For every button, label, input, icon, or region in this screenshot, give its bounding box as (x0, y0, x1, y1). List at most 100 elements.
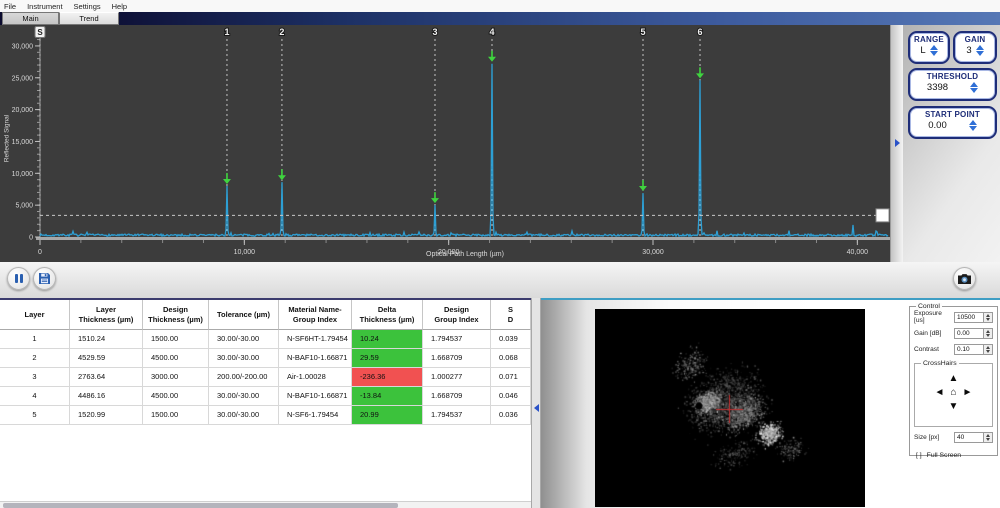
cell-delta: 20.99 (352, 406, 423, 425)
signal-trace (40, 64, 888, 236)
menu-item-settings[interactable]: Settings (74, 2, 101, 11)
tab-main[interactable]: Main (2, 12, 59, 25)
cell-delta: -236.36 (352, 368, 423, 387)
pause-icon (15, 274, 23, 283)
cell-extra: 0.046 (491, 387, 531, 406)
cell-layer: 3 (0, 368, 70, 387)
field-label: Contrast (914, 346, 954, 353)
down-arrow-icon[interactable]: ▼ (947, 400, 961, 414)
chart-panel-splitter[interactable] (890, 25, 903, 262)
threshold-down-icon[interactable] (970, 88, 978, 93)
cell-extra: 0.071 (491, 368, 531, 387)
table-row[interactable]: 44486.164500.0030.00/-30.00N-BAF10-1.668… (0, 387, 531, 406)
crosshairs-group-label: CrossHairs (921, 360, 959, 367)
threshold-control: THRESHOLD 3398 (908, 68, 997, 101)
field-input[interactable]: 10500 (954, 312, 984, 323)
cell-delta: 29.59 (352, 349, 423, 368)
table-horizontal-scrollbar[interactable] (0, 501, 531, 508)
gain-value[interactable]: 3 (966, 45, 971, 56)
crosshairs-group: CrossHairs ▲◄⌂►▼ (914, 363, 993, 427)
field-input[interactable]: 0.10 (954, 344, 984, 355)
toolbar-row (0, 262, 1000, 298)
range-down-icon[interactable] (930, 51, 938, 56)
svg-text:0: 0 (29, 235, 33, 242)
cell-design_group_index: 1.668709 (423, 349, 491, 368)
cell-layer: 4 (0, 387, 70, 406)
range-up-icon[interactable] (930, 45, 938, 50)
threshold-label: THRESHOLD (910, 72, 995, 81)
column-header: DesignGroup Index (423, 300, 491, 330)
chart-canvas: 05,00010,00015,00020,00025,00030,000010,… (0, 25, 890, 262)
gain-up-icon[interactable] (976, 45, 984, 50)
camera-icon (957, 273, 972, 285)
field-stepper[interactable] (984, 328, 993, 339)
start-point-up-icon[interactable] (969, 120, 977, 125)
threshold-up-icon[interactable] (970, 82, 978, 87)
range-value[interactable]: L (920, 45, 925, 56)
right-arrow-icon[interactable]: ► (961, 386, 975, 400)
size-input[interactable]: 40 (954, 432, 984, 443)
cell-layer: 5 (0, 406, 70, 425)
start-point-down-icon[interactable] (969, 126, 977, 131)
menu-item-file[interactable]: File (4, 2, 16, 11)
control-field-row: Contrast0.10 (914, 343, 993, 355)
cell-extra: 0.036 (491, 406, 531, 425)
collapse-left-icon[interactable] (534, 404, 539, 412)
threshold-value[interactable]: 3398 (927, 82, 948, 93)
column-header: DesignThickness (µm) (143, 300, 209, 330)
peak-arrow-icon (278, 175, 286, 180)
threshold-drag-handle[interactable] (876, 209, 889, 222)
tab-trend[interactable]: Trend (59, 12, 119, 25)
size-field-row: Size [px] 40 (914, 431, 993, 443)
cell-delta: -13.84 (352, 387, 423, 406)
table-row[interactable]: 51520.991500.0030.00/-30.00N-SF6-1.79454… (0, 406, 531, 425)
menu-bar: File Instrument Settings Help (0, 0, 1000, 12)
table-row[interactable]: 32763.643000.00200.00/-200.00Air-1.00028… (0, 368, 531, 387)
left-arrow-icon[interactable]: ◄ (933, 386, 947, 400)
home-icon[interactable]: ⌂ (947, 386, 961, 400)
cell-design_group_index: 1.794537 (423, 406, 491, 425)
cell-layer: 2 (0, 349, 70, 368)
cell-layer: 1 (0, 330, 70, 349)
cell-tolerance: 30.00/-30.00 (209, 406, 279, 425)
camera-feed-canvas (595, 309, 865, 507)
field-stepper[interactable] (984, 344, 993, 355)
reflected-signal-chart[interactable]: 05,00010,00015,00020,00025,00030,000010,… (0, 25, 890, 262)
up-arrow-icon[interactable]: ▲ (947, 372, 961, 386)
table-camera-splitter[interactable] (531, 298, 541, 508)
field-input[interactable]: 0.00 (954, 328, 984, 339)
cell-extra: 0.039 (491, 330, 531, 349)
peak-arrow-icon (488, 57, 496, 62)
camera-snapshot-button[interactable] (953, 267, 976, 290)
menu-item-instrument[interactable]: Instrument (27, 2, 62, 11)
peak-marker-label: 5 (640, 27, 645, 37)
full-screen-checkbox[interactable]: [ ] (916, 452, 922, 459)
camera-feed-view (595, 309, 865, 507)
app-window: File Instrument Settings Help Main Trend 0 5… (0, 0, 1000, 508)
svg-text:25,000: 25,000 (12, 75, 34, 82)
pause-button[interactable] (7, 267, 30, 290)
field-label: Gain [dB] (914, 330, 954, 337)
table-row[interactable]: 11510.241500.0030.00/-30.00N-SF6HT-1.794… (0, 330, 531, 349)
table-header-row: LayerLayerThickness (µm)DesignThickness … (0, 300, 531, 330)
column-header: Material Name-Group Index (279, 300, 352, 330)
table-row[interactable]: 24529.594500.0030.00/-30.00N-BAF10-1.668… (0, 349, 531, 368)
cell-design_thickness: 1500.00 (143, 406, 209, 425)
start-point-value[interactable]: 0.00 (928, 120, 947, 131)
svg-text:30,000: 30,000 (642, 249, 664, 256)
column-header: LayerThickness (µm) (70, 300, 143, 330)
menu-item-help[interactable]: Help (112, 2, 127, 11)
size-stepper[interactable] (984, 432, 993, 443)
camera-control-group: Control Exposure [us]10500Gain [dB]0.00C… (909, 306, 998, 456)
cell-layer_thickness: 1520.99 (70, 406, 143, 425)
chart-x-axis-label: Optical Path Length (µm) (330, 251, 600, 258)
column-header: SD (491, 300, 531, 330)
expand-right-icon[interactable] (895, 139, 900, 147)
full-screen-toggle[interactable]: [ ] Full Screen (916, 452, 993, 459)
save-button[interactable] (33, 267, 56, 290)
scrollbar-thumb[interactable] (3, 503, 398, 508)
field-stepper[interactable] (984, 312, 993, 323)
peak-arrow-icon (696, 73, 704, 78)
cell-tolerance: 30.00/-30.00 (209, 330, 279, 349)
gain-down-icon[interactable] (976, 51, 984, 56)
